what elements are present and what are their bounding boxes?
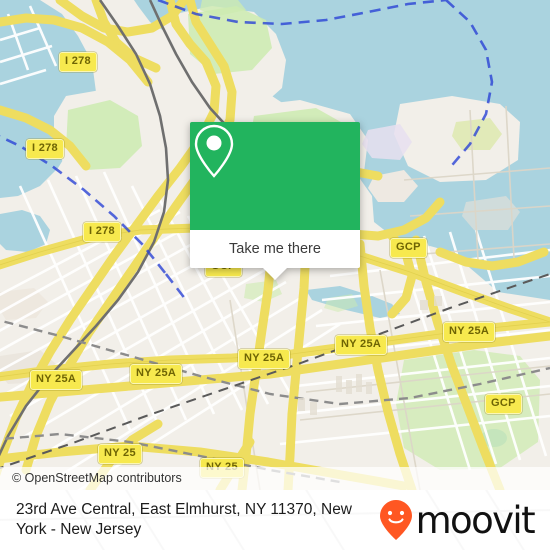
location-caption: 23rd Ave Central, East Elmhurst, NY 1137… — [16, 501, 353, 538]
map-pin-icon — [194, 124, 234, 178]
moovit-logo[interactable]: moovit — [379, 499, 550, 541]
road-shield-label: I 278 — [59, 52, 97, 72]
road-shield-label: NY 25A — [335, 335, 388, 355]
popup-tail — [263, 268, 287, 280]
road-shield-label: NY 25A — [30, 370, 83, 390]
road-shield-label: GCP — [390, 238, 427, 258]
road-shield-label: I 278 — [83, 222, 121, 242]
map-canvas[interactable]: I 278 I 278 I 278 GCP GCP NY 25A NY 25A NY 25A N… — [0, 0, 550, 490]
place-popup-card[interactable]: Take me there — [190, 122, 360, 280]
road-shield-label: NY 25 — [98, 444, 142, 464]
road-shield-label: GCP — [485, 394, 522, 414]
road-shield-label: NY 25A — [238, 349, 291, 369]
map-screenshot: I 278 I 278 I 278 GCP GCP NY 25A NY 25A NY 25A N… — [0, 0, 550, 550]
road-shield-label: NY 25A — [130, 364, 183, 384]
popup-action[interactable]: Take me there — [190, 230, 360, 280]
footer-bar: 23rd Ave Central, East Elmhurst, NY 1137… — [0, 490, 550, 550]
road-shield-label: NY 25A — [443, 322, 496, 342]
popup-action-label: Take me there — [229, 241, 321, 257]
moovit-wordmark: moovit — [415, 498, 536, 542]
map-attribution[interactable]: © OpenStreetMap contributors — [0, 467, 550, 490]
popup-header — [190, 122, 360, 230]
road-shield-label: I 278 — [26, 139, 64, 159]
moovit-smiley-pin-icon — [379, 500, 412, 540]
